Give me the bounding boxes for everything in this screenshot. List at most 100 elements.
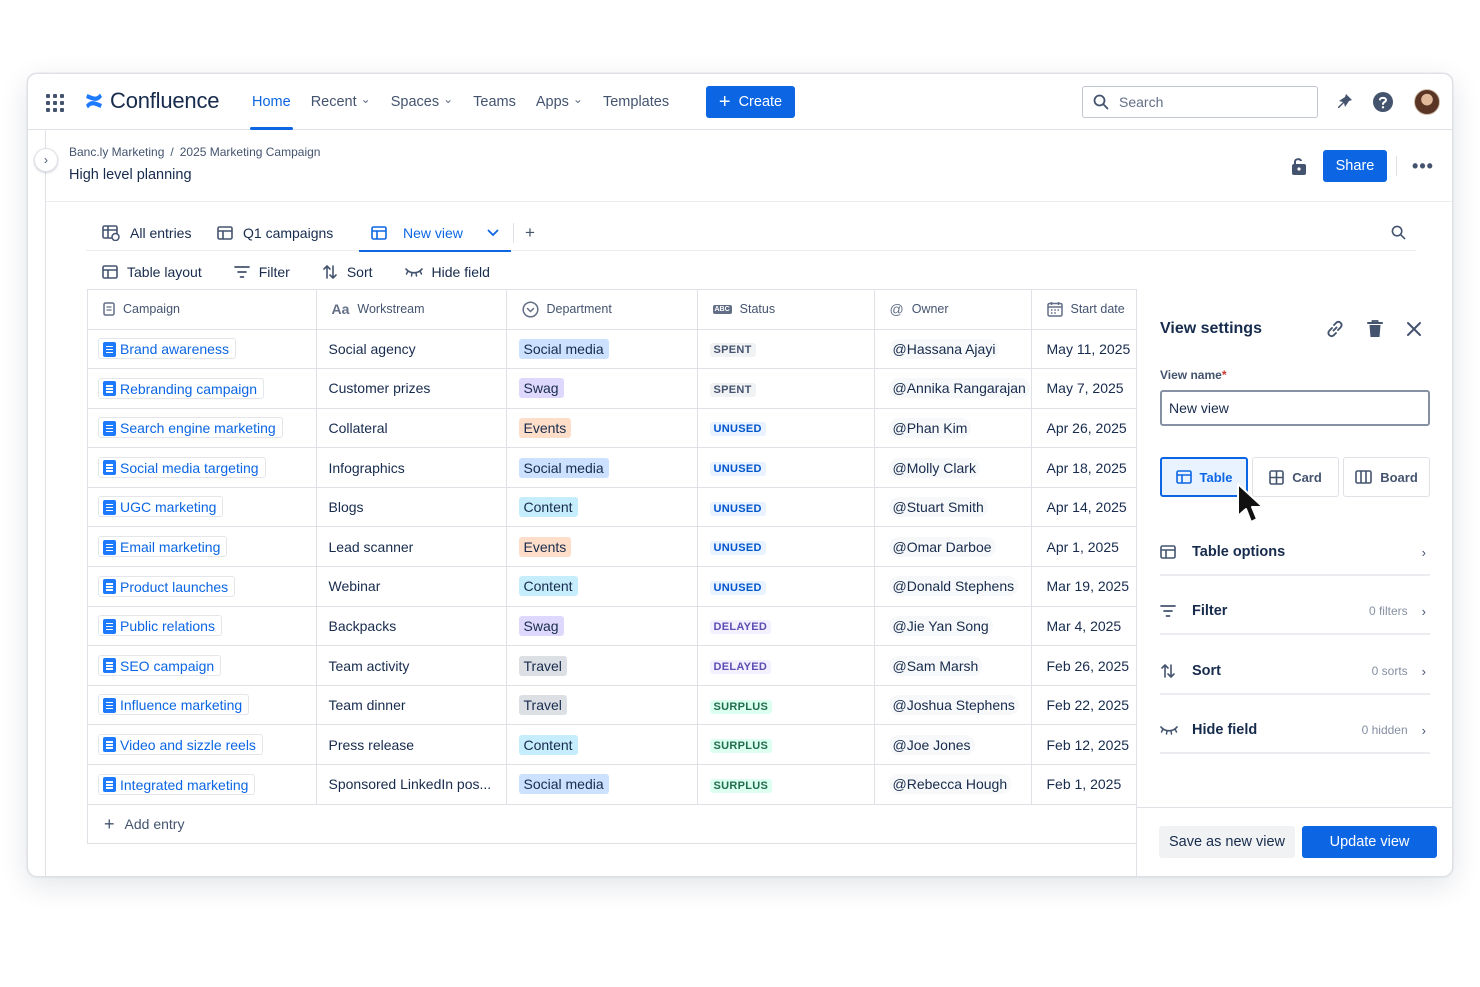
search-field[interactable] [1082,86,1318,118]
cell-department[interactable]: Social media [506,329,698,370]
cell-workstream[interactable]: Infographics [316,447,507,488]
owner-mention[interactable]: @Annika Rangarajan [888,378,1030,399]
notifications-icon[interactable] [1332,90,1356,114]
layout-table-button[interactable]: Table [1160,457,1248,497]
cell-department[interactable]: Content [506,487,698,528]
owner-mention[interactable]: @Donald Stephens [888,576,1019,597]
tab-new-view[interactable]: New view [359,215,511,252]
campaign-link[interactable]: Integrated marketing [98,773,256,795]
cell-department[interactable]: Content [506,724,698,766]
owner-mention[interactable]: @Joe Jones [888,734,975,755]
campaign-link[interactable]: Product launches [98,575,236,597]
cell-status[interactable]: UNUSED [697,447,875,488]
close-icon[interactable] [1403,318,1425,340]
update-view-button[interactable]: Update view [1302,826,1437,858]
campaign-link[interactable]: Rebranding campaign [98,377,264,399]
cell-status[interactable]: UNUSED [697,526,875,568]
cell-workstream[interactable]: Lead scanner [316,526,507,568]
cell-status[interactable]: DELAYED [697,606,875,647]
cell-status[interactable]: UNUSED [697,408,875,449]
app-switcher-icon[interactable] [46,94,64,112]
cell-department[interactable]: Content [506,566,698,607]
cell-status[interactable]: SURPLUS [697,724,875,766]
campaign-link[interactable]: UGC marketing [98,496,224,518]
share-button[interactable]: Share [1323,150,1387,182]
search-icon[interactable] [1391,225,1406,240]
column-header-owner[interactable]: @ Owner [874,290,1032,330]
save-as-new-view-button[interactable]: Save as new view [1159,826,1295,858]
search-input[interactable] [1119,94,1299,110]
cell-start-date[interactable]: Feb 26, 2025 [1031,645,1137,686]
cell-workstream[interactable]: Webinar [316,566,507,607]
help-icon[interactable] [1371,90,1395,114]
cell-start-date[interactable]: Feb 12, 2025 [1031,724,1137,766]
owner-mention[interactable]: @Phan Kim [888,417,972,438]
cell-department[interactable]: Events [506,408,698,449]
owner-mention[interactable]: @Stuart Smith [888,497,988,518]
unlock-icon[interactable] [1290,156,1308,176]
cell-department[interactable]: Travel [506,645,698,686]
column-header-campaign[interactable]: Campaign [88,290,317,330]
cell-start-date[interactable]: Apr 26, 2025 [1031,408,1137,449]
table-layout-button[interactable]: Table layout [102,264,202,280]
cell-workstream[interactable]: Team dinner [316,685,507,726]
hide-field-row[interactable]: Hide field 0 hidden › [1160,708,1430,754]
cell-workstream[interactable]: Press release [316,724,507,766]
nav-item-templates[interactable]: Templates [603,74,669,130]
owner-mention[interactable]: @Omar Darboe [888,536,996,557]
cell-workstream[interactable]: Collateral [316,408,507,449]
confluence-logo[interactable]: Confluence [84,88,220,114]
column-header-department[interactable]: Department [506,290,698,330]
column-header-status[interactable]: ABC Status [697,290,875,330]
cell-status[interactable]: UNUSED [697,487,875,528]
campaign-link[interactable]: Social media targeting [98,456,266,478]
cell-owner[interactable]: @Annika Rangarajan [874,368,1032,409]
cell-workstream[interactable]: Backpacks [316,606,507,647]
nav-item-spaces[interactable]: Spaces ⌄ [391,74,453,130]
nav-item-apps[interactable]: Apps ⌄ [536,74,583,130]
cell-start-date[interactable]: Feb 1, 2025 [1031,764,1137,805]
filter-button[interactable]: Filter [233,264,290,280]
nav-item-recent[interactable]: Recent ⌄ [311,74,371,130]
cell-status[interactable]: SPENT [697,368,875,409]
layout-card-button[interactable]: Card [1252,457,1339,497]
owner-mention[interactable]: @Rebecca Hough [888,774,1012,795]
cell-start-date[interactable]: Apr 14, 2025 [1031,487,1137,528]
owner-mention[interactable]: @Sam Marsh [888,655,983,676]
link-icon[interactable] [1324,318,1346,340]
cell-workstream[interactable]: Sponsored LinkedIn pos... [316,764,507,805]
cell-owner[interactable]: @Joe Jones [874,724,1032,766]
trash-icon[interactable] [1364,318,1386,340]
cell-department[interactable]: Events [506,526,698,568]
campaign-link[interactable]: Influence marketing [98,694,250,716]
campaign-link[interactable]: SEO campaign [98,654,222,676]
owner-mention[interactable]: @Molly Clark [888,457,980,478]
cell-department[interactable]: Travel [506,685,698,726]
view-name-input[interactable] [1160,390,1430,426]
user-avatar[interactable] [1414,89,1440,115]
cell-start-date[interactable]: May 7, 2025 [1031,368,1137,409]
campaign-link[interactable]: Brand awareness [98,338,236,360]
cell-start-date[interactable]: Apr 1, 2025 [1031,526,1137,568]
nav-item-teams[interactable]: Teams [473,74,516,130]
cell-owner[interactable]: @Rebecca Hough [874,764,1032,805]
cell-status[interactable]: UNUSED [697,566,875,607]
owner-mention[interactable]: @Hassana Ajayi [888,338,1000,359]
sort-button[interactable]: Sort [322,264,373,280]
cell-owner[interactable]: @Stuart Smith [874,487,1032,528]
cell-status[interactable]: DELAYED [697,645,875,686]
sort-row[interactable]: Sort 0 sorts › [1160,649,1430,695]
cell-owner[interactable]: @Phan Kim [874,408,1032,449]
breadcrumb-space[interactable]: Banc.ly Marketing [69,145,164,159]
cell-status[interactable]: SURPLUS [697,685,875,726]
add-view-button[interactable]: + [525,215,535,251]
more-actions-icon[interactable]: ••• [1412,156,1434,176]
tab-q1-campaigns[interactable]: Q1 campaigns [217,215,333,251]
cell-workstream[interactable]: Team activity [316,645,507,686]
cell-workstream[interactable]: Customer prizes [316,368,507,409]
cell-workstream[interactable]: Blogs [316,487,507,528]
tab-all-entries[interactable]: All entries [102,215,191,251]
cell-workstream[interactable]: Social agency [316,329,507,370]
cell-department[interactable]: Swag [506,368,698,409]
cell-owner[interactable]: @Omar Darboe [874,526,1032,568]
